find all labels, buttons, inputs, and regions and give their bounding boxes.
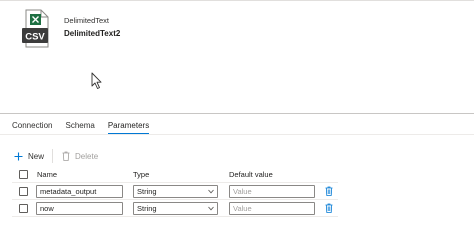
parameters-toolbar: New Delete <box>14 149 98 163</box>
grid-header-row: Name Type Default value <box>12 166 338 183</box>
tab-connection[interactable]: Connection <box>12 121 52 135</box>
delete-row-icon[interactable] <box>325 186 333 196</box>
parameters-grid: Name Type Default value metadata_output … <box>12 166 338 217</box>
parameter-name-input[interactable]: now <box>36 202 123 215</box>
new-button[interactable]: New <box>14 152 44 161</box>
toolbar-separator <box>52 149 54 163</box>
csv-badge-text: CSV <box>25 32 45 43</box>
delete-button[interactable]: Delete <box>62 151 98 161</box>
mouse-pointer-icon <box>91 72 102 89</box>
delete-row-icon[interactable] <box>325 203 333 213</box>
chevron-down-icon <box>208 189 214 194</box>
parameter-type-select[interactable]: String <box>133 185 218 198</box>
tabs-underline <box>0 134 474 135</box>
parameter-type-value: String <box>137 187 157 196</box>
column-header-type: Type <box>133 170 150 179</box>
parameter-type-value: String <box>137 204 157 213</box>
dataset-name: DelimitedText2 <box>64 29 121 38</box>
new-button-label: New <box>28 151 45 161</box>
top-border <box>0 0 474 1</box>
dataset-type-label: DelimitedText <box>64 16 110 25</box>
tab-schema[interactable]: Schema <box>65 121 94 135</box>
dataset-tabs: Connection Schema Parameters <box>12 121 162 135</box>
select-all-checkbox[interactable] <box>19 170 28 179</box>
parameter-default-input[interactable]: Value <box>229 185 315 198</box>
row-checkbox[interactable] <box>19 204 28 213</box>
column-header-name: Name <box>37 170 58 179</box>
chevron-down-icon <box>208 206 214 211</box>
parameter-type-select[interactable]: String <box>133 202 218 215</box>
delete-button-label: Delete <box>75 151 99 161</box>
trash-icon <box>62 151 70 161</box>
column-header-default: Default value <box>229 170 273 179</box>
plus-icon <box>14 152 23 160</box>
parameter-row: metadata_output String Value <box>12 183 338 200</box>
parameter-row: now String Value <box>12 200 338 217</box>
csv-file-icon: CSV <box>22 9 49 48</box>
panel-divider <box>0 113 474 114</box>
tab-parameters[interactable]: Parameters <box>107 121 150 135</box>
parameter-default-input[interactable]: Value <box>229 202 315 215</box>
parameter-name-input[interactable]: metadata_output <box>36 185 123 198</box>
row-checkbox[interactable] <box>19 187 28 196</box>
